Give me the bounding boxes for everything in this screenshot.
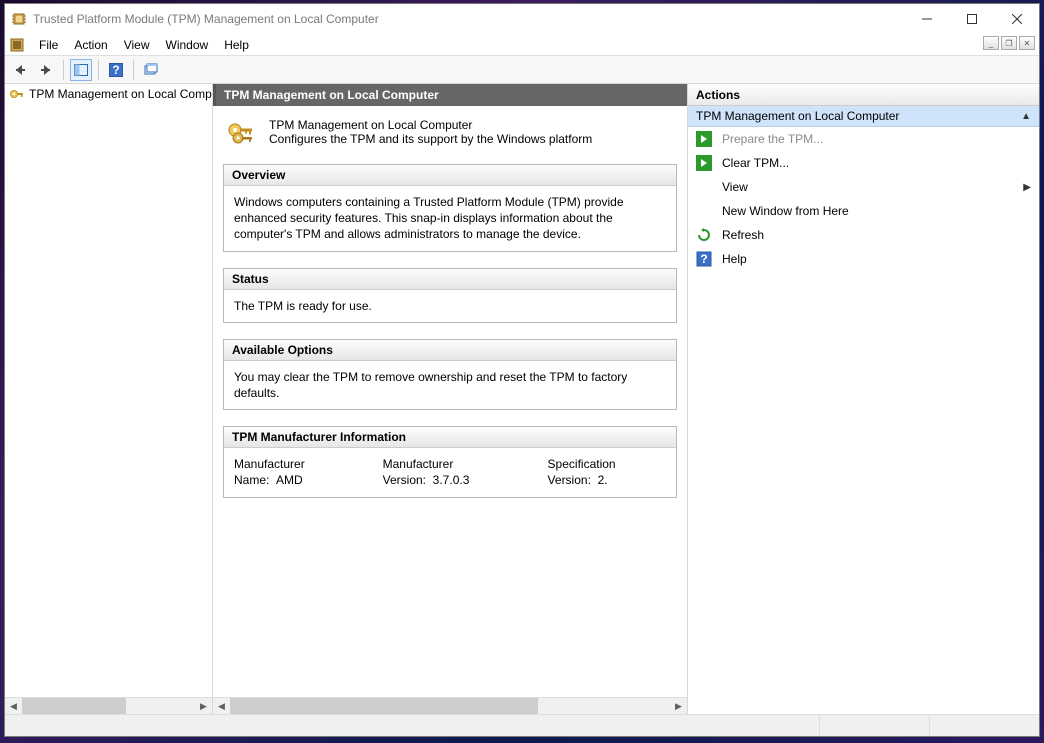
section-options-body: You may clear the TPM to remove ownershi… <box>224 361 676 409</box>
action-view[interactable]: View ▶ <box>688 175 1039 199</box>
mdi-restore-button[interactable]: ❐ <box>1001 36 1017 50</box>
details-title: TPM Management on Local Computer <box>224 88 439 102</box>
forward-button[interactable] <box>35 59 57 81</box>
tree-root-label: TPM Management on Local Comp <box>29 87 212 101</box>
action-label: New Window from Here <box>722 204 849 218</box>
blank-icon <box>696 203 712 219</box>
tpm-key-icon <box>9 86 25 102</box>
tree-hscrollbar[interactable]: ◀ ▶ <box>5 697 212 714</box>
section-status: Status The TPM is ready for use. <box>223 268 677 323</box>
menu-action[interactable]: Action <box>66 35 115 55</box>
application-window: Trusted Platform Module (TPM) Management… <box>4 3 1040 737</box>
svg-text:?: ? <box>700 252 707 266</box>
scroll-right-button[interactable]: ▶ <box>195 698 212 715</box>
toolbar-separator <box>98 60 99 80</box>
menu-view[interactable]: View <box>116 35 158 55</box>
scroll-track[interactable] <box>22 698 195 715</box>
banner-subtitle: Configures the TPM and its support by th… <box>269 132 592 146</box>
actions-group-label: TPM Management on Local Computer <box>696 109 899 123</box>
scroll-thumb[interactable] <box>230 698 538 715</box>
titlebar[interactable]: Trusted Platform Module (TPM) Management… <box>5 4 1039 34</box>
show-hide-tree-button[interactable] <box>70 59 92 81</box>
action-label: Refresh <box>722 228 764 242</box>
mfg-spec-value: 2. <box>598 473 608 487</box>
details-pane: TPM Management on Local Computer TPM Man… <box>213 84 687 714</box>
banner: TPM Management on Local Computer Configu… <box>213 106 687 158</box>
tree-root-item[interactable]: TPM Management on Local Comp <box>5 84 212 104</box>
tree-pane: TPM Management on Local Comp ◀ ▶ <box>5 84 213 714</box>
maximize-button[interactable] <box>949 5 994 34</box>
mdi-buttons: _ ❐ ✕ <box>983 36 1035 50</box>
window-title: Trusted Platform Module (TPM) Management… <box>33 12 904 26</box>
help-icon: ? <box>696 251 712 267</box>
section-options: Available Options You may clear the TPM … <box>223 339 677 410</box>
mfg-version-value: 3.7.0.3 <box>433 473 470 487</box>
scroll-thumb[interactable] <box>22 698 126 715</box>
arrow-right-icon <box>696 131 712 147</box>
toolbar-separator <box>63 60 64 80</box>
content-area: TPM Management on Local Comp ◀ ▶ TPM Man… <box>5 84 1039 714</box>
section-manufacturer: TPM Manufacturer Information Manufacture… <box>223 426 677 497</box>
tpm-chip-icon <box>11 11 27 27</box>
refresh-icon <box>696 227 712 243</box>
action-label: Help <box>722 252 747 266</box>
section-status-body: The TPM is ready for use. <box>224 290 676 322</box>
svg-text:?: ? <box>112 63 119 77</box>
tpm-keys-icon <box>225 116 257 148</box>
banner-title: TPM Management on Local Computer <box>269 118 592 132</box>
scroll-right-button[interactable]: ▶ <box>670 698 687 715</box>
actions-header: Actions <box>688 84 1039 106</box>
action-label: Clear TPM... <box>722 156 789 170</box>
window-buttons <box>904 5 1039 34</box>
collapse-icon: ▲ <box>1021 111 1031 122</box>
action-new-window[interactable]: New Window from Here <box>688 199 1039 223</box>
menu-file[interactable]: File <box>31 35 66 55</box>
action-help[interactable]: ? Help <box>688 247 1039 271</box>
arrow-right-icon <box>696 155 712 171</box>
actions-group-header[interactable]: TPM Management on Local Computer ▲ <box>688 106 1039 127</box>
action-prepare-tpm[interactable]: Prepare the TPM... <box>688 127 1039 151</box>
action-label: View <box>722 180 748 194</box>
back-button[interactable] <box>9 59 31 81</box>
menu-help[interactable]: Help <box>216 35 257 55</box>
section-status-header: Status <box>224 269 676 290</box>
close-button[interactable] <box>994 5 1039 34</box>
blank-icon <box>696 179 712 195</box>
scroll-track[interactable] <box>230 698 670 715</box>
minimize-button[interactable] <box>904 5 949 34</box>
section-overview-header: Overview <box>224 165 676 186</box>
action-label: Prepare the TPM... <box>722 132 823 146</box>
actions-pane: Actions TPM Management on Local Computer… <box>687 84 1039 714</box>
toolbar: ? <box>5 56 1039 84</box>
section-options-header: Available Options <box>224 340 676 361</box>
submenu-arrow-icon: ▶ <box>1023 182 1031 193</box>
mmc-icon <box>9 37 25 53</box>
action-refresh[interactable]: Refresh <box>688 223 1039 247</box>
mfg-name-value: AMD <box>276 473 303 487</box>
help-button[interactable]: ? <box>105 59 127 81</box>
details-hscrollbar[interactable]: ◀ ▶ <box>213 697 687 714</box>
menubar: File Action View Window Help _ ❐ ✕ <box>5 34 1039 56</box>
action-clear-tpm[interactable]: Clear TPM... <box>688 151 1039 175</box>
details-header: TPM Management on Local Computer <box>213 84 687 106</box>
new-window-button[interactable] <box>140 59 162 81</box>
manufacturer-row: Manufacturer Name: AMD Manufacturer Vers… <box>234 456 666 488</box>
mdi-minimize-button[interactable]: _ <box>983 36 999 50</box>
toolbar-separator <box>133 60 134 80</box>
section-overview-body: Windows computers containing a Trusted P… <box>224 186 676 251</box>
scroll-left-button[interactable]: ◀ <box>5 698 22 715</box>
scroll-left-button[interactable]: ◀ <box>213 698 230 715</box>
mdi-close-button[interactable]: ✕ <box>1019 36 1035 50</box>
section-manufacturer-header: TPM Manufacturer Information <box>224 427 676 448</box>
statusbar <box>5 714 1039 736</box>
section-overview: Overview Windows computers containing a … <box>223 164 677 252</box>
menu-window[interactable]: Window <box>158 35 217 55</box>
